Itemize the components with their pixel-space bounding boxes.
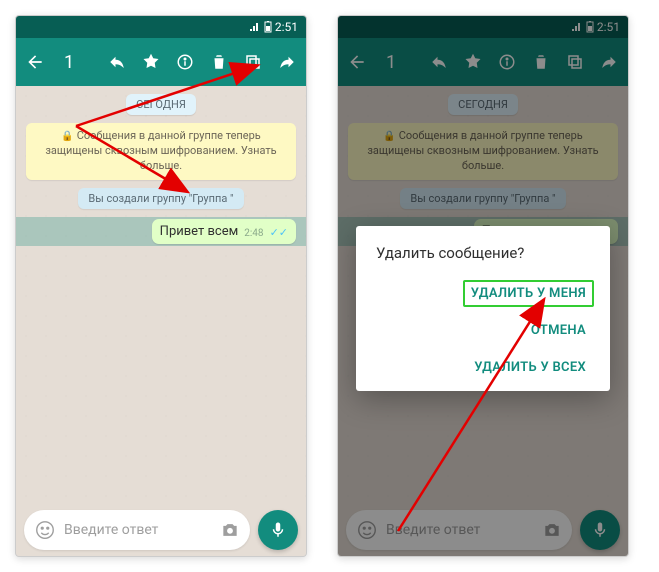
read-ticks-icon: ✓✓ [270,226,288,239]
status-bar: 2:51 [16,16,306,38]
selection-count: 1 [64,52,74,73]
mic-button[interactable] [258,510,298,550]
delete-dialog: Удалить сообщение? УДАЛИТЬ У МЕНЯ ОТМЕНА… [356,226,610,391]
star-icon[interactable] [140,51,162,73]
copy-icon[interactable] [242,51,264,73]
back-icon[interactable] [24,51,46,73]
emoji-icon[interactable] [34,519,56,541]
input-placeholder: Введите ответ [64,522,212,538]
cancel-button[interactable]: ОТМЕНА [523,317,594,344]
forward-icon[interactable] [276,51,298,73]
message-time: 2:48 [244,228,263,239]
delete-for-all-button[interactable]: УДАЛИТЬ У ВСЕХ [466,354,594,381]
chat-body: СЕГОДНЯ 🔒Сообщения в данной группе тепер… [16,86,306,504]
delete-for-me-button[interactable]: УДАЛИТЬ У МЕНЯ [463,280,594,307]
encryption-notice[interactable]: 🔒Сообщения в данной группе теперь защище… [26,123,296,180]
message-bubble[interactable]: Привет всем 2:48 ✓✓ [152,219,296,244]
message-input[interactable]: Введите ответ [24,510,250,550]
message-row-selected[interactable]: Привет всем 2:48 ✓✓ [16,217,306,246]
info-icon[interactable] [174,51,196,73]
encryption-text: Сообщения в данной группе теперь защищен… [45,129,276,172]
reply-icon[interactable] [106,51,128,73]
camera-icon[interactable] [220,520,240,540]
input-bar: Введите ответ [16,504,306,556]
message-text: Привет всем [160,224,239,239]
phone-screen-left: 2:51 1 СЕГОДНЯ 🔒Сообщения в данной групп… [15,15,307,557]
signal-icon [249,22,261,32]
date-chip: СЕГОДНЯ [126,94,196,115]
delete-icon[interactable] [208,51,230,73]
lock-icon: 🔒 [61,131,73,142]
system-message: Вы создали группу "Группа " [78,188,243,209]
battery-icon [264,21,272,33]
dialog-title: Удалить сообщение? [376,244,594,262]
phone-screen-right: 2:51 1 СЕГОДНЯ 🔒Сообщения в данной групп… [337,15,629,557]
status-time: 2:51 [275,20,298,34]
selection-app-bar: 1 [16,38,306,86]
